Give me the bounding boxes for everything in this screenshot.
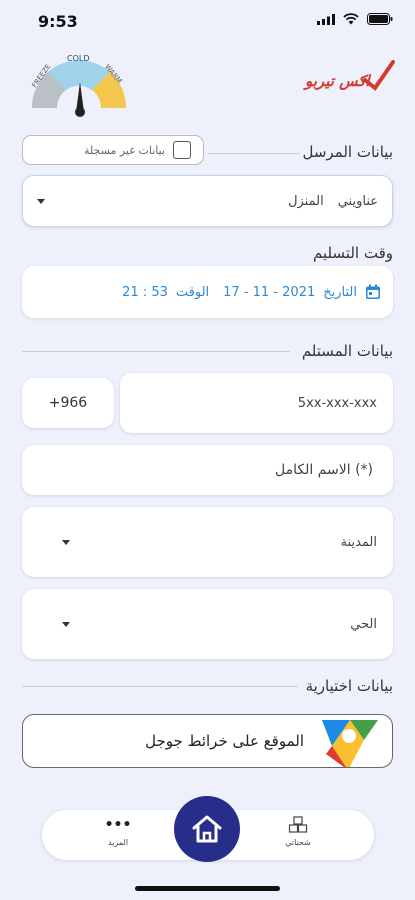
- country-code-field[interactable]: +966: [22, 378, 114, 428]
- brand-logo: اكس تيربو: [305, 58, 395, 98]
- chevron-down-icon: [37, 198, 45, 204]
- signal-icon: [317, 13, 335, 25]
- home-icon: [192, 815, 222, 843]
- nav-more-label: المزيد: [107, 838, 129, 847]
- sender-divider: [208, 153, 300, 154]
- nav-more-button[interactable]: ••• المزيد: [98, 817, 138, 852]
- unregistered-checkbox[interactable]: [173, 141, 191, 159]
- city-placeholder: المدينة: [340, 534, 377, 550]
- google-maps-button[interactable]: الموقع على خرائط جوجل: [22, 714, 393, 768]
- chevron-down-icon: [62, 539, 70, 545]
- unregistered-label: بيانات غير مسجلة: [84, 143, 165, 157]
- optional-section-title: بيانات اختيارية: [305, 677, 393, 695]
- unregistered-toggle[interactable]: بيانات غير مسجلة: [22, 135, 204, 165]
- temperature-gauge: FREEZE COLD WARM: [22, 46, 136, 122]
- phone-input[interactable]: 5xx-xxx-xxx: [120, 373, 393, 433]
- fullname-placeholder: الاسم الكامل (*): [274, 462, 373, 478]
- brand-logo-text: اكس تيربو: [305, 72, 370, 90]
- status-time: 9:53: [38, 12, 78, 31]
- address-select[interactable]: المنزل عناويني: [22, 175, 393, 227]
- recipient-divider: [22, 351, 290, 352]
- district-placeholder: الحي: [350, 616, 377, 632]
- delivery-date-value: 17 - 11 - 2021: [223, 284, 316, 300]
- wifi-icon: [343, 13, 359, 25]
- nav-shipments-button[interactable]: شحناتي: [278, 816, 318, 854]
- phone-placeholder: 5xx-xxx-xxx: [297, 395, 377, 411]
- delivery-datetime-field[interactable]: 21 : 53 الوقت 17 - 11 - 2021 التاريخ: [22, 266, 393, 318]
- address-value: المنزل: [288, 193, 324, 209]
- city-select[interactable]: المدينة: [22, 507, 393, 577]
- sender-section-title: بيانات المرسل: [302, 143, 393, 161]
- delivery-time-label: الوقت: [175, 284, 210, 300]
- district-select[interactable]: الحي: [22, 589, 393, 659]
- gauge-label-cold: COLD: [67, 54, 90, 63]
- address-label: عناويني: [337, 193, 378, 209]
- address-select-text: المنزل عناويني: [288, 194, 378, 209]
- delivery-date-label: التاريخ: [323, 284, 357, 300]
- google-maps-button-label: الموقع على خرائط جوجل: [145, 732, 304, 750]
- chevron-down-icon: [62, 621, 70, 627]
- home-button[interactable]: [174, 796, 240, 862]
- status-icons: [317, 13, 393, 25]
- boxes-icon: [288, 816, 308, 833]
- more-dots-icon: •••: [104, 817, 132, 833]
- battery-icon: [367, 13, 393, 25]
- optional-divider: [22, 686, 298, 687]
- nav-shipments-label: شحناتي: [285, 838, 311, 847]
- delivery-time-value: 21 : 53: [122, 284, 168, 300]
- home-indicator: [135, 886, 280, 891]
- fullname-input[interactable]: الاسم الكامل (*): [22, 445, 393, 495]
- country-code-value: +966: [48, 395, 88, 411]
- calendar-icon: [366, 284, 380, 299]
- delivery-section-title: وقت التسليم: [312, 244, 393, 262]
- recipient-section-title: بيانات المستلم: [301, 342, 393, 360]
- google-maps-pin-icon: [322, 720, 378, 767]
